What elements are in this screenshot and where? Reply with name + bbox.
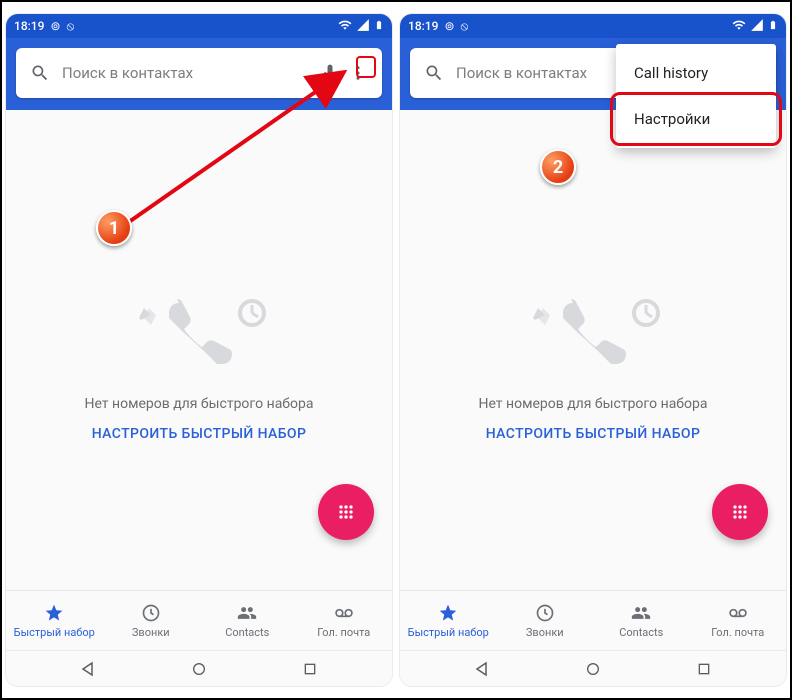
nav-home[interactable]	[171, 661, 227, 677]
wifi-icon	[732, 18, 746, 35]
tab-label: Contacts	[619, 626, 663, 639]
signal-icon	[356, 18, 370, 35]
status-time: 18:19	[408, 19, 438, 33]
phone-right: 18:19 ⊚ ⦸ Поиск в кон	[400, 14, 786, 686]
empty-illustration	[518, 258, 668, 378]
nav-back[interactable]	[455, 660, 511, 678]
dialpad-fab[interactable]	[318, 484, 374, 540]
empty-message: Нет номеров для быстрого набора	[478, 396, 707, 412]
search-bar[interactable]: Поиск в контактах	[16, 48, 382, 98]
tab-label: Быстрый набор	[408, 626, 489, 639]
main-content: Нет номеров для быстрого набора НАСТРОИТ…	[6, 110, 392, 590]
tab-label: Звонки	[526, 626, 564, 639]
status-icon-b: ⦸	[461, 19, 469, 34]
tab-voicemail[interactable]: Гол. почта	[690, 591, 787, 650]
main-content: Нет номеров для быстрого набора НАСТРОИТ…	[400, 110, 786, 590]
tab-speed-dial[interactable]: Быстрый набор	[400, 591, 497, 650]
empty-illustration	[124, 258, 274, 378]
system-nav	[400, 650, 786, 686]
tab-contacts[interactable]: Contacts	[593, 591, 690, 650]
search-icon	[26, 63, 54, 83]
tab-contacts[interactable]: Contacts	[199, 591, 296, 650]
tab-voicemail[interactable]: Гол. почта	[296, 591, 393, 650]
tab-calls[interactable]: Звонки	[497, 591, 594, 650]
mic-icon[interactable]	[316, 63, 344, 83]
more-icon[interactable]	[344, 64, 372, 82]
tab-label: Contacts	[225, 626, 269, 639]
phone-left: 18:19 ⊚ ⦸ Поиск в кон	[6, 14, 392, 686]
setup-speed-dial-button[interactable]: НАСТРОИТЬ БЫСТРЫЙ НАБОР	[92, 426, 307, 442]
search-icon	[420, 63, 448, 83]
tab-calls[interactable]: Звонки	[103, 591, 200, 650]
nav-home[interactable]	[565, 661, 621, 677]
tab-label: Гол. почта	[317, 626, 370, 639]
bottom-tabs: Быстрый набор Звонки Contacts Гол. почта	[400, 590, 786, 650]
tab-label: Гол. почта	[711, 626, 764, 639]
nav-back[interactable]	[61, 660, 117, 678]
tab-label: Звонки	[132, 626, 170, 639]
status-icon-b: ⦸	[67, 19, 75, 34]
annotation-badge-1: 1	[96, 210, 132, 246]
overflow-menu: Call history Настройки	[616, 44, 776, 148]
annotation-badge-2: 2	[540, 149, 576, 185]
status-time: 18:19	[14, 19, 44, 33]
setup-speed-dial-button[interactable]: НАСТРОИТЬ БЫСТРЫЙ НАБОР	[486, 426, 701, 442]
dialpad-fab[interactable]	[712, 484, 768, 540]
empty-message: Нет номеров для быстрого набора	[84, 396, 313, 412]
tab-label: Быстрый набор	[14, 626, 95, 639]
wifi-icon	[338, 18, 352, 35]
search-placeholder: Поиск в контактах	[54, 64, 316, 82]
app-header: Поиск в контактах	[6, 38, 392, 110]
status-bar: 18:19 ⊚ ⦸	[400, 14, 786, 38]
battery-icon	[768, 18, 778, 35]
status-bar: 18:19 ⊚ ⦸	[6, 14, 392, 38]
status-icon-a: ⊚	[50, 19, 60, 33]
nav-recent[interactable]	[676, 661, 732, 677]
menu-call-history[interactable]: Call history	[616, 50, 776, 96]
battery-icon	[374, 18, 384, 35]
signal-icon	[750, 18, 764, 35]
bottom-tabs: Быстрый набор Звонки Contacts Гол. почта	[6, 590, 392, 650]
system-nav	[6, 650, 392, 686]
nav-recent[interactable]	[282, 661, 338, 677]
menu-settings[interactable]: Настройки	[616, 96, 776, 142]
tab-speed-dial[interactable]: Быстрый набор	[6, 591, 103, 650]
status-icon-a: ⊚	[444, 19, 454, 33]
